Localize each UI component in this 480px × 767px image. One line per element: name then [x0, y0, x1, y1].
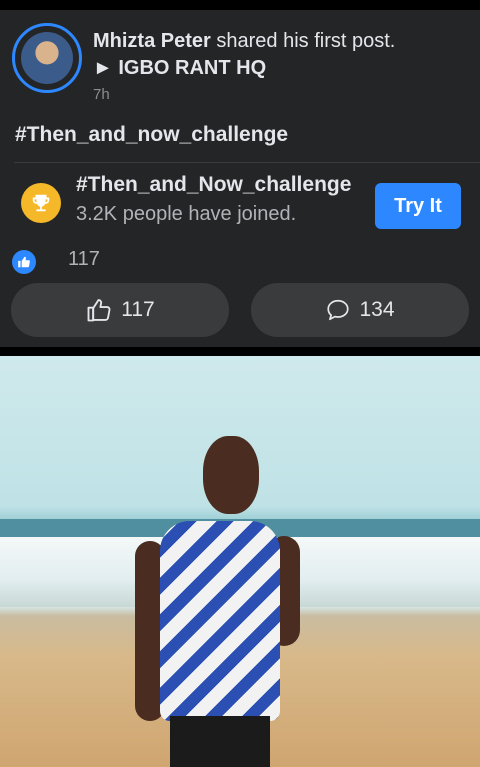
like-reaction-icon[interactable]	[12, 250, 36, 274]
comment-count-label: 134	[359, 298, 395, 321]
reaction-count[interactable]: 117	[68, 248, 100, 271]
avatar-image	[21, 32, 73, 84]
comment-icon	[327, 299, 350, 321]
post-photo[interactable]	[0, 356, 480, 767]
action-text: shared his first post.	[216, 30, 396, 52]
challenge-title[interactable]: #Then_and_Now_challenge	[76, 173, 351, 197]
post-header: Mhizta Peter shared his first post. ► IG…	[93, 28, 468, 82]
comment-button[interactable]: 134	[251, 283, 469, 337]
photo-person-head	[203, 436, 259, 514]
trophy-icon	[21, 183, 61, 223]
top-strip	[0, 0, 480, 10]
group-name[interactable]: IGBO RANT HQ	[118, 57, 266, 79]
thumbs-up-icon	[87, 299, 111, 322]
arrow-icon: ►	[93, 57, 113, 79]
post-hashtag[interactable]: #Then_and_now_challenge	[15, 123, 288, 147]
photo-person-shirt	[160, 521, 280, 721]
photo-person-legs	[170, 716, 270, 767]
challenge-banner[interactable]: #Then_and_Now_challenge 3.2K people have…	[14, 163, 480, 240]
challenge-subtitle: 3.2K people have joined.	[76, 203, 297, 225]
post-time[interactable]: 7h	[93, 86, 110, 103]
like-button[interactable]: 117	[11, 283, 229, 337]
try-it-button[interactable]: Try It	[375, 183, 461, 229]
post-card: Mhizta Peter shared his first post. ► IG…	[0, 10, 480, 347]
author-avatar[interactable]	[12, 23, 82, 93]
like-count-label: 117	[121, 298, 155, 321]
author-name[interactable]: Mhizta Peter	[93, 30, 211, 52]
